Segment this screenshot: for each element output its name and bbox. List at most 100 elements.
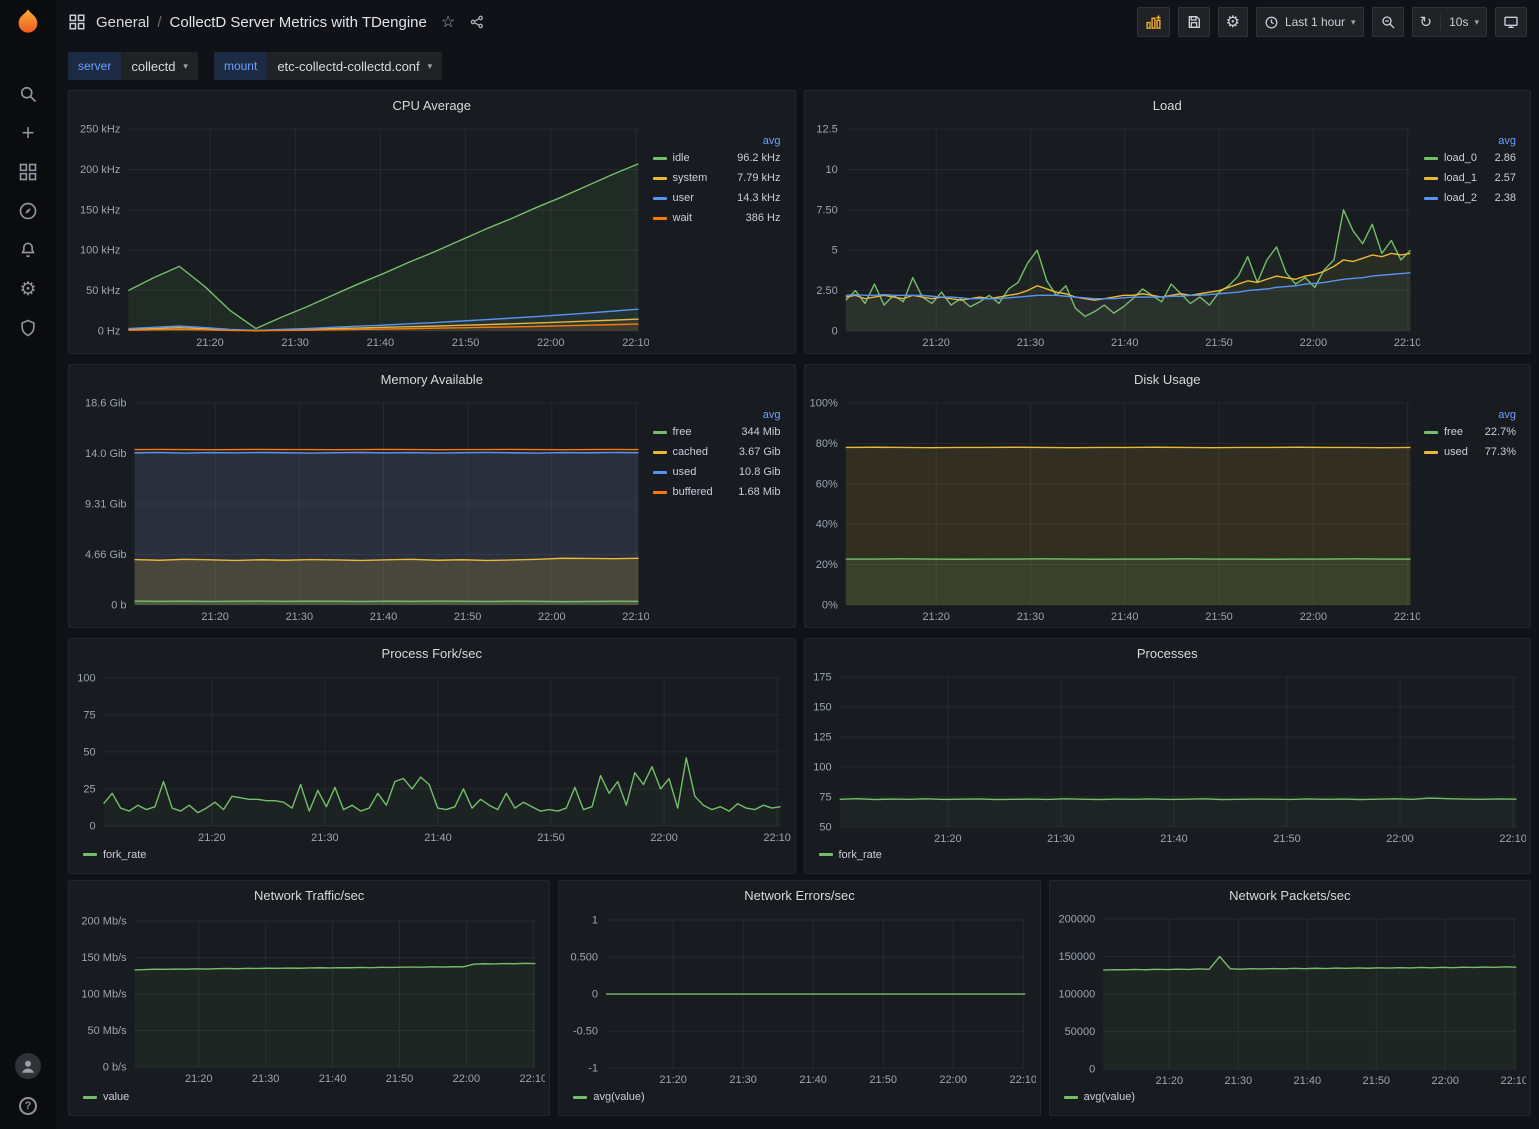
- grafana-logo[interactable]: [12, 6, 44, 38]
- chevron-down-icon: ▾: [183, 61, 188, 72]
- legend-avg-header[interactable]: avg: [1424, 135, 1516, 147]
- legend-item[interactable]: load_22.38: [1424, 192, 1516, 204]
- svg-text:0: 0: [592, 989, 598, 1001]
- svg-text:22:00: 22:00: [1386, 833, 1414, 845]
- legend-item[interactable]: avg(value): [1064, 1091, 1135, 1103]
- panel-title[interactable]: Load: [805, 91, 1531, 119]
- panel-legend: avg idle96.2 kHz system7.79 kHz user14.3 kH…: [649, 119, 791, 351]
- legend-value: 3.67 Gib: [739, 446, 781, 458]
- panel-title[interactable]: Process Fork/sec: [69, 639, 795, 667]
- legend-item[interactable]: value: [83, 1091, 129, 1103]
- time-range-picker[interactable]: Last 1 hour ▾: [1256, 7, 1364, 37]
- panel-title[interactable]: CPU Average: [69, 91, 795, 119]
- svg-text:12.5: 12.5: [816, 124, 837, 136]
- legend-item[interactable]: used77.3%: [1424, 446, 1516, 458]
- memory-available-chart[interactable]: 0 b4.66 Gib9.31 Gib14.0 Gib18.6 Gib21:20…: [73, 393, 649, 625]
- panel-title[interactable]: Memory Available: [69, 365, 795, 393]
- server-admin-shield-icon[interactable]: [18, 318, 38, 338]
- legend-item[interactable]: buffered1.68 Mib: [653, 486, 781, 498]
- share-icon[interactable]: [469, 14, 485, 30]
- svg-text:21:50: 21:50: [1205, 611, 1233, 623]
- svg-text:22:00: 22:00: [537, 337, 565, 349]
- legend-value: 386 Hz: [746, 212, 781, 224]
- processes-chart[interactable]: 507510012515017521:2021:3021:4021:5022:0…: [809, 667, 1527, 847]
- dashboards-icon[interactable]: [18, 162, 38, 182]
- panel-title[interactable]: Processes: [805, 639, 1531, 667]
- svg-text:100%: 100%: [809, 398, 837, 410]
- load-chart[interactable]: 02.5057.501012.521:2021:3021:4021:5022:0…: [809, 119, 1421, 351]
- legend-item[interactable]: free22.7%: [1424, 426, 1516, 438]
- panel-cpu-average: CPU Average 0 Hz50 kHz100 kHz150 kHz200 …: [68, 90, 796, 354]
- legend-item[interactable]: cached3.67 Gib: [653, 446, 781, 458]
- svg-text:21:50: 21:50: [1362, 1075, 1390, 1087]
- legend-swatch: [1424, 197, 1438, 200]
- legend-item[interactable]: system7.79 kHz: [653, 172, 781, 184]
- configuration-gear-icon[interactable]: ⚙: [18, 279, 38, 299]
- svg-text:21:20: 21:20: [660, 1074, 688, 1086]
- disk-usage-chart[interactable]: 0%20%40%60%80%100%21:2021:3021:4021:5022…: [809, 393, 1421, 625]
- svg-text:0 b: 0 b: [111, 599, 126, 611]
- legend-item[interactable]: user14.3 kHz: [653, 192, 781, 204]
- variable-value: collectd: [131, 59, 175, 74]
- svg-text:0.500: 0.500: [571, 952, 599, 964]
- explore-compass-icon[interactable]: [18, 201, 38, 221]
- refresh-button[interactable]: ↻ 10s ▾: [1412, 7, 1487, 37]
- network-errors-chart[interactable]: -1-0.5000.500121:2021:3021:4021:5022:002…: [563, 909, 1035, 1089]
- svg-text:21:30: 21:30: [311, 832, 339, 844]
- zoom-out-button[interactable]: [1372, 7, 1404, 37]
- panel-network-traffic: Network Traffic/sec 0 b/s50 Mb/s100 Mb/s…: [68, 880, 550, 1116]
- alerting-bell-icon[interactable]: [18, 240, 38, 260]
- user-avatar[interactable]: [15, 1053, 41, 1079]
- panel-network-errors: Network Errors/sec -1-0.5000.500121:2021…: [558, 880, 1040, 1116]
- variable-mount[interactable]: mount etc-collectd-collectd.conf ▾: [214, 52, 442, 80]
- variable-value-dropdown[interactable]: etc-collectd-collectd.conf ▾: [267, 52, 442, 80]
- legend-item[interactable]: idle96.2 kHz: [653, 152, 781, 164]
- legend-swatch: [653, 157, 667, 160]
- svg-text:21:30: 21:30: [252, 1073, 280, 1085]
- help-icon[interactable]: ?: [19, 1097, 37, 1115]
- svg-text:21:30: 21:30: [286, 611, 314, 623]
- panel-title[interactable]: Network Packets/sec: [1050, 881, 1530, 909]
- legend-label: fork_rate: [839, 849, 882, 861]
- variable-value-dropdown[interactable]: collectd ▾: [121, 52, 198, 80]
- legend-item[interactable]: used10.8 Gib: [653, 466, 781, 478]
- create-plus-icon[interactable]: +: [18, 123, 38, 143]
- variable-value: etc-collectd-collectd.conf: [277, 59, 419, 74]
- process-fork-chart[interactable]: 025507510021:2021:3021:4021:5022:0022:10: [73, 667, 791, 847]
- legend-swatch: [573, 1096, 587, 1099]
- legend-item[interactable]: fork_rate: [83, 849, 146, 861]
- legend-swatch: [83, 1096, 97, 1099]
- legend-label: avg(value): [593, 1091, 644, 1103]
- divider: [1440, 14, 1441, 30]
- legend-item[interactable]: avg(value): [573, 1091, 644, 1103]
- legend-swatch: [819, 853, 833, 856]
- star-icon[interactable]: ☆: [441, 12, 455, 32]
- breadcrumb-folder[interactable]: General: [96, 14, 149, 31]
- legend-item[interactable]: load_12.57: [1424, 172, 1516, 184]
- cycle-view-mode-button[interactable]: [1495, 7, 1527, 37]
- legend-avg-header[interactable]: avg: [1424, 409, 1516, 421]
- add-panel-button[interactable]: [1137, 7, 1170, 37]
- legend-item[interactable]: load_02.86: [1424, 152, 1516, 164]
- variable-label: mount: [214, 52, 267, 80]
- dashboard-settings-button[interactable]: ⚙: [1218, 7, 1248, 37]
- variable-filters: server collectd ▾ mount etc-collectd-col…: [68, 52, 1527, 80]
- legend-avg-header[interactable]: avg: [653, 409, 781, 421]
- legend-label: free: [673, 426, 692, 438]
- panel-title[interactable]: Disk Usage: [805, 365, 1531, 393]
- legend-item[interactable]: free344 Mib: [653, 426, 781, 438]
- legend-item[interactable]: fork_rate: [819, 849, 882, 861]
- legend-avg-header[interactable]: avg: [653, 135, 781, 147]
- save-dashboard-button[interactable]: [1178, 7, 1210, 37]
- search-icon[interactable]: [18, 84, 38, 104]
- network-traffic-chart[interactable]: 0 b/s50 Mb/s100 Mb/s150 Mb/s200 Mb/s21:2…: [73, 909, 545, 1089]
- legend-value: 77.3%: [1485, 446, 1516, 458]
- legend-swatch: [653, 431, 667, 434]
- panel-title[interactable]: Network Traffic/sec: [69, 881, 549, 909]
- cpu-average-chart[interactable]: 0 Hz50 kHz100 kHz150 kHz200 kHz250 kHz21…: [73, 119, 649, 351]
- network-packets-chart[interactable]: 05000010000015000020000021:2021:3021:402…: [1054, 909, 1526, 1089]
- panel-title[interactable]: Network Errors/sec: [559, 881, 1039, 909]
- panel-legend: fork_rate: [805, 849, 1531, 873]
- variable-server[interactable]: server collectd ▾: [68, 52, 198, 80]
- legend-item[interactable]: wait386 Hz: [653, 212, 781, 224]
